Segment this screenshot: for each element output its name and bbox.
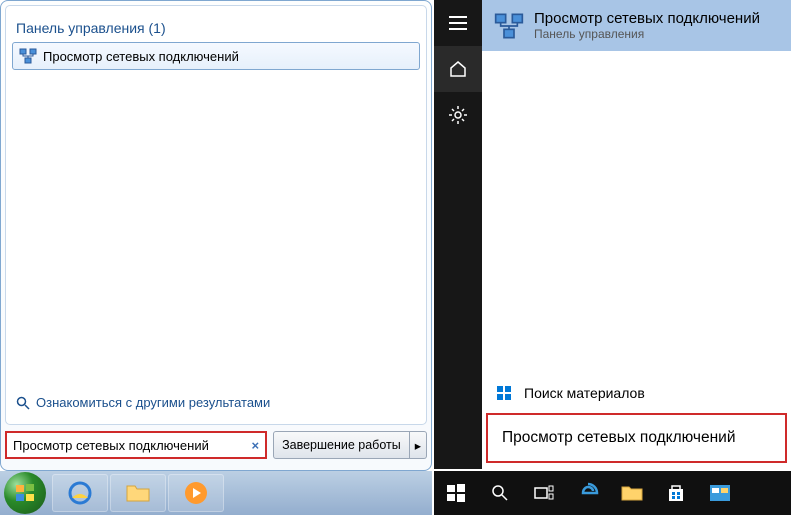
chevron-right-icon: ▸ <box>415 438 421 453</box>
taskbar-edge-button[interactable] <box>566 471 610 515</box>
taskbar-store-button[interactable] <box>654 471 698 515</box>
folder-icon <box>125 482 151 504</box>
win7-bottom-row: Просмотр сетевых подключений × Завершени… <box>5 425 427 459</box>
clear-icon[interactable]: × <box>251 438 259 453</box>
win10-rail <box>434 0 482 469</box>
win10-search-input[interactable]: Просмотр сетевых подключений <box>486 413 787 463</box>
media-player-icon <box>183 480 209 506</box>
win7-results-pane: Панель управления (1) Просмотр сетевых п… <box>5 5 427 425</box>
settings-button[interactable] <box>434 92 482 138</box>
home-icon <box>449 60 467 78</box>
search-icon <box>491 484 509 502</box>
win7-start-menu: Панель управления (1) Просмотр сетевых п… <box>0 0 432 471</box>
task-view-icon <box>534 485 554 501</box>
win7-result-label: Просмотр сетевых подключений <box>43 49 239 64</box>
hamburger-icon <box>449 16 467 30</box>
win7-search-text: Просмотр сетевых подключений <box>13 438 251 453</box>
shutdown-group: Завершение работы ▸ <box>273 431 427 459</box>
taskbar-media-button[interactable] <box>168 474 224 512</box>
shutdown-options-button[interactable]: ▸ <box>410 431 427 459</box>
taskbar-explorer-button[interactable] <box>610 471 654 515</box>
win10-best-match[interactable]: Просмотр сетевых подключений Панель упра… <box>482 0 791 51</box>
win10-result-subtitle: Панель управления <box>534 27 760 41</box>
taskbar-app-button[interactable] <box>698 471 742 515</box>
win7-start-button[interactable] <box>4 472 46 514</box>
win10-search-panel: Просмотр сетевых подключений Панель упра… <box>434 0 791 469</box>
win7-taskbar <box>0 471 432 515</box>
home-button[interactable] <box>434 46 482 92</box>
win10-search-button[interactable] <box>478 471 522 515</box>
spacer <box>12 70 420 387</box>
taskbar-explorer-button[interactable] <box>110 474 166 512</box>
win10-taskview-button[interactable] <box>522 471 566 515</box>
store-icon <box>666 483 686 503</box>
edge-icon <box>577 482 599 504</box>
win10-search-text: Просмотр сетевых подключений <box>502 429 736 446</box>
folder-icon <box>621 484 643 502</box>
network-icon <box>19 47 37 65</box>
win10-start-button[interactable] <box>434 471 478 515</box>
win7-more-results-text: Ознакомиться с другими результатами <box>36 395 270 410</box>
app-icon <box>709 484 731 502</box>
win10-result-title: Просмотр сетевых подключений <box>534 10 760 27</box>
shutdown-button[interactable]: Завершение работы <box>273 431 410 459</box>
store-icon <box>496 385 512 401</box>
win10-content: Просмотр сетевых подключений Панель упра… <box>482 0 791 469</box>
win10-materials-label: Поиск материалов <box>524 385 645 401</box>
win10-body <box>482 51 791 375</box>
search-icon <box>16 396 30 410</box>
win7-result-network-connections[interactable]: Просмотр сетевых подключений <box>12 42 420 70</box>
shutdown-label: Завершение работы <box>282 438 401 452</box>
win7-category-header: Панель управления (1) <box>12 12 420 42</box>
ie-icon <box>67 480 93 506</box>
network-icon <box>494 11 524 41</box>
win10-taskbar <box>434 471 791 515</box>
win7-more-results-link[interactable]: Ознакомиться с другими результатами <box>12 387 420 418</box>
win10-search-materials[interactable]: Поиск материалов <box>482 375 791 411</box>
windows-icon <box>447 484 465 502</box>
win7-search-input[interactable]: Просмотр сетевых подключений × <box>5 431 267 459</box>
gear-icon <box>449 106 467 124</box>
taskbar-ie-button[interactable] <box>52 474 108 512</box>
hamburger-button[interactable] <box>434 0 482 46</box>
